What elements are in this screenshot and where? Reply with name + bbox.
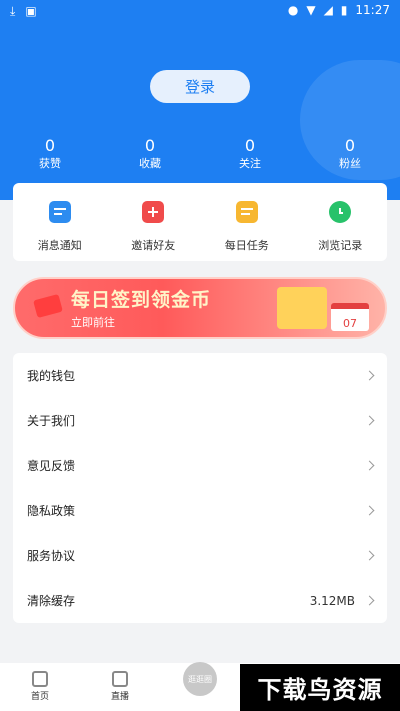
banner-subtitle: 立即前往: [71, 316, 115, 329]
menu-item-terms[interactable]: 服务协议: [13, 533, 387, 578]
stat-label: 关注: [239, 157, 261, 170]
stat-label: 粉丝: [339, 157, 361, 170]
home-icon: [32, 671, 48, 687]
stat-label: 获赞: [39, 157, 61, 170]
tab-label: 首页: [30, 692, 49, 702]
red-envelope-icon: [33, 293, 63, 319]
chevron-right-icon: [364, 595, 375, 606]
message-icon: [48, 201, 71, 223]
quick-action-label: 邀请好友: [131, 239, 176, 252]
stat-favorites[interactable]: 0 收藏: [100, 136, 200, 172]
app-notification-icon: ▣: [25, 4, 37, 18]
stat-label: 收藏: [139, 157, 161, 170]
chevron-right-icon: [364, 415, 375, 426]
center-tab-button[interactable]: 逛逛圈: [183, 662, 217, 696]
settings-menu: 我的钱包 关于我们 意见反馈 隐私政策 服务协议 清除缓存 3.12MB: [13, 353, 387, 623]
download-icon: ⤓: [10, 4, 16, 18]
chevron-right-icon: [364, 550, 375, 561]
quick-action-invite[interactable]: 邀请好友: [107, 183, 201, 261]
tab-live[interactable]: 直播: [100, 671, 140, 702]
quick-action-messages[interactable]: 消息通知: [13, 183, 107, 261]
menu-item-label: 关于我们: [27, 414, 76, 428]
menu-item-about[interactable]: 关于我们: [13, 398, 387, 443]
quick-action-label: 消息通知: [37, 239, 82, 252]
watermark: 下载鸟资源: [240, 664, 400, 711]
menu-item-clear-cache[interactable]: 清除缓存 3.12MB: [13, 578, 387, 623]
login-button[interactable]: 登录: [150, 70, 250, 103]
cache-size: 3.12MB: [309, 593, 355, 608]
treasure-box-icon: [277, 287, 327, 329]
task-list-icon: [235, 201, 258, 223]
menu-item-label: 我的钱包: [27, 369, 76, 383]
stats-row: 0 获赞 0 收藏 0 关注 0 粉丝: [0, 136, 400, 172]
clock-icon: [329, 201, 352, 223]
quick-action-daily-tasks[interactable]: 每日任务: [200, 183, 294, 261]
stat-following[interactable]: 0 关注: [200, 136, 300, 172]
daily-checkin-banner[interactable]: 每日签到领金币 立即前往 07: [13, 277, 387, 339]
stat-followers[interactable]: 0 粉丝: [300, 136, 400, 172]
stat-value: 0: [344, 136, 356, 155]
chevron-right-icon: [364, 460, 375, 471]
banner-title: 每日签到领金币: [71, 289, 212, 311]
tab-home[interactable]: 首页: [20, 671, 60, 702]
status-bar: ⤓ ▣ ● ▼ ◢ ▮ 11:27: [0, 0, 400, 22]
menu-item-label: 隐私政策: [27, 504, 76, 518]
signal-icon: ◢: [323, 3, 333, 17]
menu-item-label: 服务协议: [27, 549, 76, 563]
tab-label: 直播: [110, 692, 129, 702]
calendar-icon: 07: [331, 303, 369, 331]
menu-item-feedback[interactable]: 意见反馈: [13, 443, 387, 488]
menu-item-privacy[interactable]: 隐私政策: [13, 488, 387, 533]
stat-value: 0: [244, 136, 256, 155]
status-time: 11:27: [355, 3, 390, 17]
chevron-right-icon: [364, 505, 375, 516]
stat-value: 0: [44, 136, 56, 155]
menu-item-label: 意见反馈: [27, 459, 76, 473]
menu-item-wallet[interactable]: 我的钱包: [13, 353, 387, 398]
quick-action-label: 每日任务: [224, 239, 269, 252]
video-icon: [112, 671, 128, 687]
quick-actions-card: 消息通知 邀请好友 每日任务 浏览记录: [13, 183, 387, 261]
profile-header: ⤓ ▣ ● ▼ ◢ ▮ 11:27 登录 0 获赞 0 收藏 0 关注 0 粉丝: [0, 0, 400, 200]
invite-gift-icon: [142, 201, 165, 223]
menu-item-label: 清除缓存: [27, 594, 76, 608]
stat-value: 0: [144, 136, 156, 155]
wifi-icon: ▼: [306, 3, 316, 17]
quick-action-label: 浏览记录: [318, 239, 363, 252]
chevron-right-icon: [364, 370, 375, 381]
quick-action-history[interactable]: 浏览记录: [294, 183, 388, 261]
stat-likes[interactable]: 0 获赞: [0, 136, 100, 172]
location-icon: ●: [287, 3, 299, 17]
battery-icon: ▮: [340, 3, 348, 17]
